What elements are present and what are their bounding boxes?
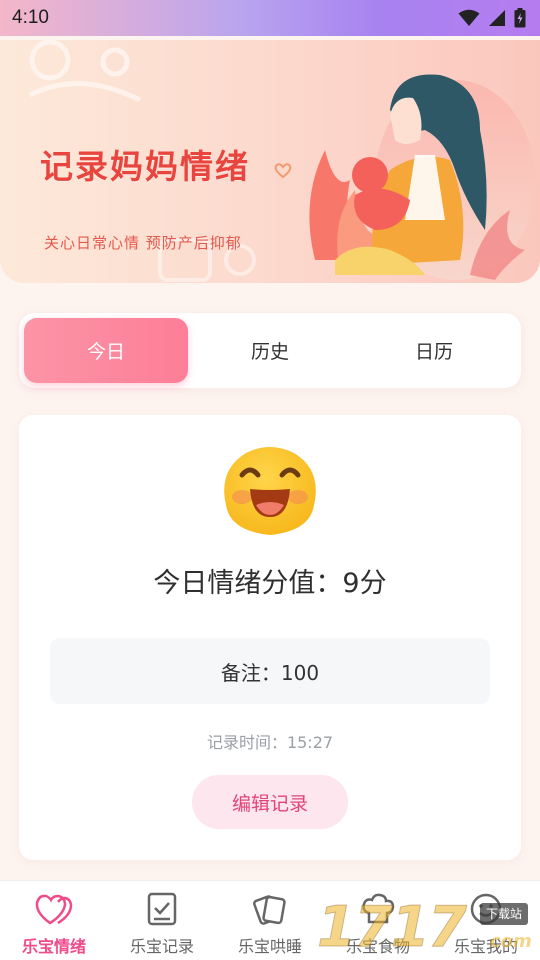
record-time: 记录时间：15:27 [206, 733, 334, 752]
watermark-text: 1717 [317, 895, 468, 960]
stroller-deco-icon [28, 40, 142, 103]
double-heart-icon [35, 894, 73, 925]
smiling-face-icon [224, 447, 316, 535]
banner-title: 记录妈妈情绪 [40, 147, 250, 186]
note-box: 备注：100 [50, 638, 490, 704]
watermark-suffix: com [490, 931, 532, 952]
header-banner: 记录妈妈情绪 关心日常心情 预防产后抑郁 [0, 40, 540, 283]
battery-icon [514, 8, 526, 28]
nav-item-sleep[interactable]: 乐宝哄睡 [216, 881, 324, 960]
status-time: 4:10 [12, 7, 49, 28]
watermark: 1717 下载站 com [315, 895, 540, 960]
heart-deco-icon [274, 163, 292, 178]
nav-label-mood: 乐宝情绪 [21, 937, 86, 956]
cards-icon [253, 895, 286, 925]
tab-today[interactable]: 今日 [24, 318, 188, 383]
segmented-tabs: 今日 历史 日历 [19, 313, 521, 388]
edit-record-button[interactable]: 编辑记录 [192, 775, 348, 829]
mother-baby-illustration [309, 74, 535, 280]
signal-icon [489, 10, 505, 26]
status-icons [458, 8, 526, 28]
nav-label-sleep: 乐宝哄睡 [237, 937, 302, 956]
nav-label-records: 乐宝记录 [129, 937, 194, 956]
status-bar: 4:10 [0, 0, 540, 36]
watermark-badge: 下载站 [480, 903, 529, 925]
banner-subtitle: 关心日常心情 预防产后抑郁 [44, 234, 242, 252]
wifi-icon [458, 9, 480, 26]
tab-calendar[interactable]: 日历 [352, 318, 516, 383]
checklist-icon [147, 892, 177, 926]
mood-card: 今日情绪分值：9分 备注：100 记录时间：15:27 编辑记录 [19, 415, 521, 860]
nav-item-mood[interactable]: 乐宝情绪 [0, 881, 108, 960]
nav-item-records[interactable]: 乐宝记录 [108, 881, 216, 960]
note-text: 备注：100 [220, 660, 320, 685]
tab-history[interactable]: 历史 [188, 318, 352, 383]
mood-score: 今日情绪分值：9分 [153, 568, 387, 599]
